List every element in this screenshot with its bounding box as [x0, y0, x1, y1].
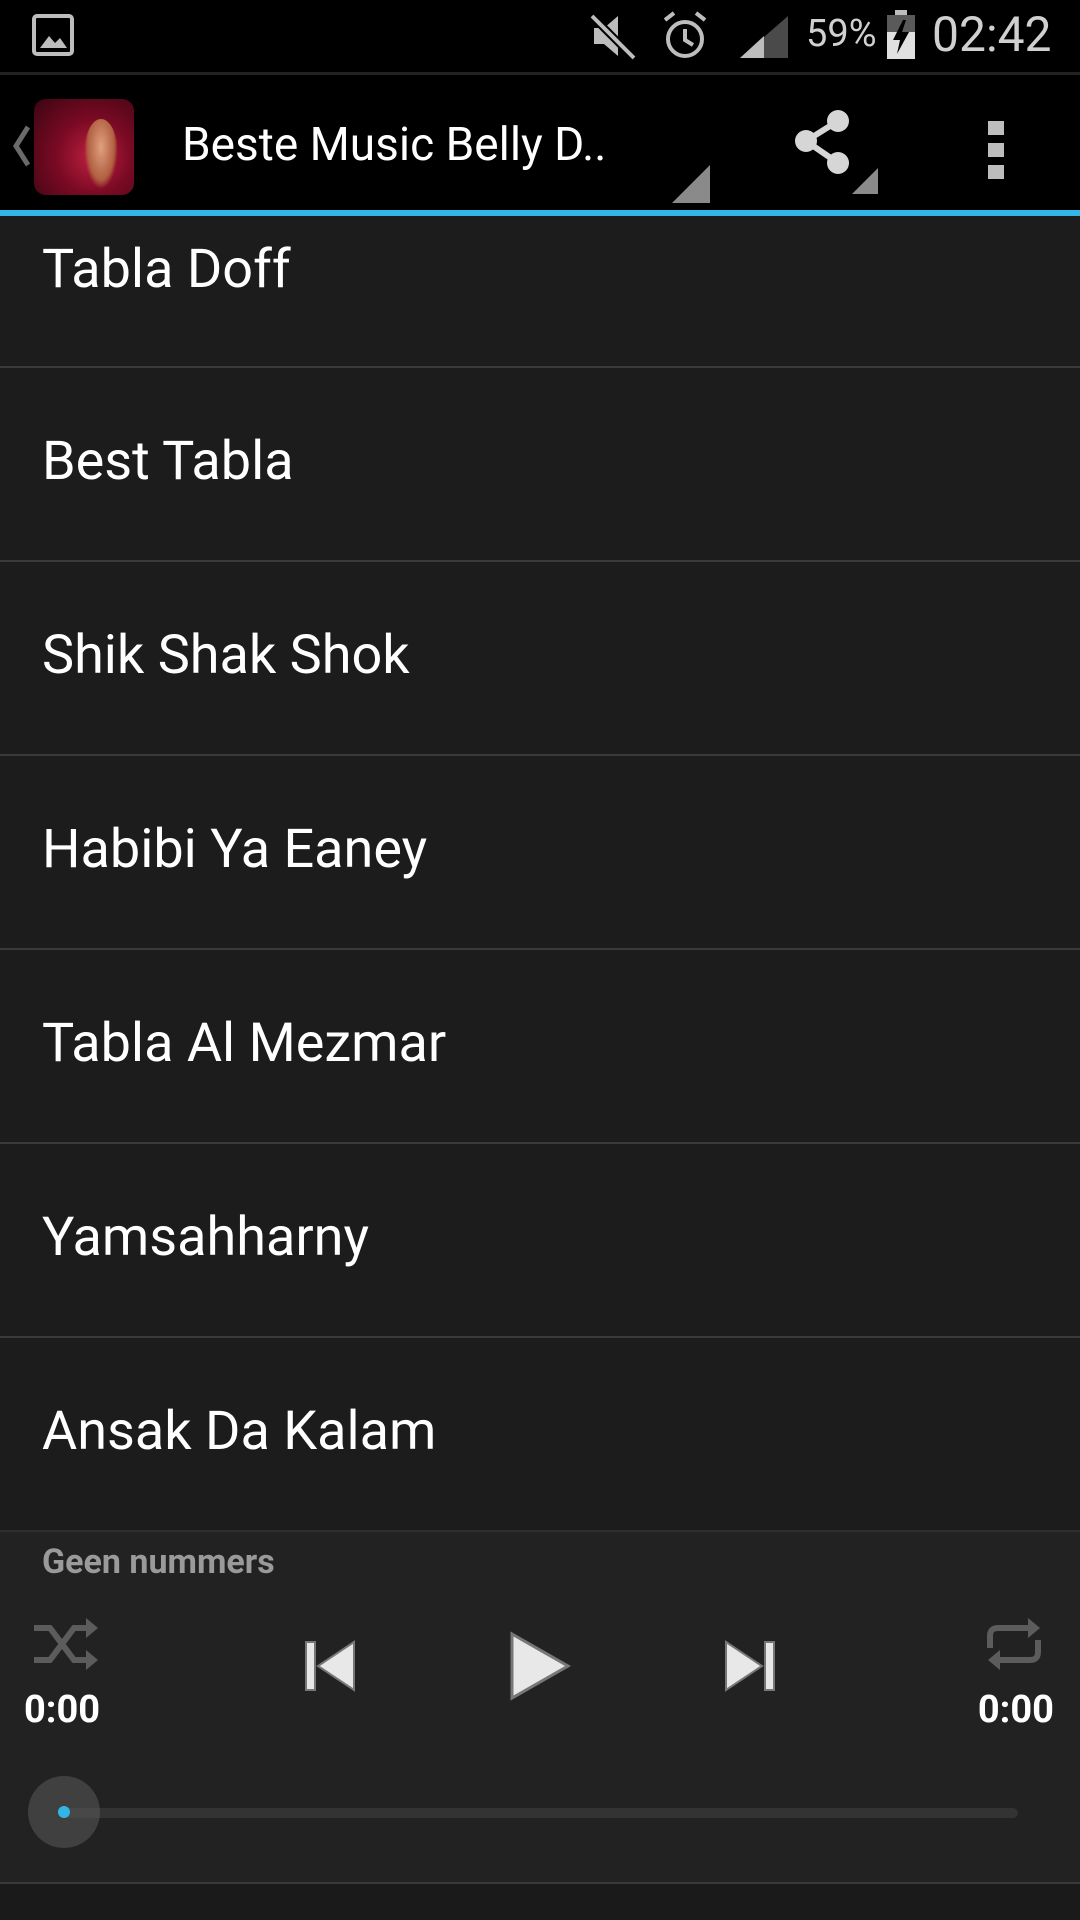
status-bar: 59% 02:42 — [0, 0, 1080, 72]
next-button[interactable] — [718, 1634, 782, 1698]
shuffle-button[interactable] — [30, 1614, 100, 1674]
signal-icon — [738, 14, 790, 58]
song-title: Shik Shak Shok — [42, 624, 410, 687]
previous-icon — [305, 1640, 355, 1692]
battery-charging-icon — [886, 10, 916, 60]
list-item[interactable]: Best Tabla — [0, 368, 1080, 562]
song-title: Habibi Ya Eaney — [42, 818, 428, 881]
app-icon-figure — [84, 119, 118, 189]
clock: 02:42 — [932, 6, 1052, 63]
list-item[interactable]: Tabla Al Mezmar — [0, 950, 1080, 1144]
mute-icon — [588, 12, 638, 61]
now-playing-label: Geen nummers — [42, 1542, 275, 1582]
repeat-button[interactable] — [982, 1614, 1046, 1674]
seek-bar[interactable] — [60, 1808, 1018, 1818]
app-icon[interactable] — [34, 99, 134, 195]
up-caret-icon[interactable] — [10, 123, 34, 169]
share-corner-indicator-icon — [852, 168, 878, 194]
song-title: Best Tabla — [42, 430, 294, 493]
song-title: Tabla Al Mezmar — [42, 1012, 447, 1075]
gallery-icon — [32, 14, 74, 56]
share-icon — [795, 110, 849, 174]
shuffle-icon — [34, 1618, 98, 1670]
seek-thumb[interactable] — [28, 1776, 100, 1848]
song-title: Ansak Da Kalam — [42, 1400, 437, 1463]
list-item[interactable]: Habibi Ya Eaney — [0, 756, 1080, 950]
overflow-menu-button[interactable] — [960, 103, 1032, 193]
media-player: Geen nummers 0:00 0:00 — [0, 1530, 1080, 1882]
next-icon — [725, 1640, 775, 1692]
alarm-icon — [660, 10, 710, 62]
list-item[interactable]: Shik Shak Shok — [0, 562, 1080, 756]
action-bar: Beste Music Belly D.. — [0, 72, 1080, 212]
song-list[interactable]: Tabla Doff Best Tabla Shik Shak Shok Hab… — [0, 216, 1080, 1530]
list-item[interactable]: Yamsahharny — [0, 1144, 1080, 1338]
repeat-icon — [987, 1618, 1041, 1670]
list-item[interactable]: Ansak Da Kalam — [0, 1338, 1080, 1530]
overflow-menu-icon — [988, 121, 1004, 179]
bottom-divider — [0, 1882, 1080, 1920]
page-title[interactable]: Beste Music Belly D.. — [182, 113, 652, 177]
elapsed-time: 0:00 — [24, 1688, 101, 1732]
seek-thumb-dot — [58, 1806, 70, 1818]
play-button[interactable] — [504, 1628, 574, 1704]
previous-button[interactable] — [298, 1634, 362, 1698]
play-icon — [510, 1631, 572, 1701]
battery-percent: 59% — [806, 12, 877, 56]
song-title: Tabla Doff — [42, 238, 291, 301]
list-item[interactable]: Tabla Doff — [0, 216, 1080, 368]
song-title: Yamsahharny — [42, 1206, 370, 1269]
total-time: 0:00 — [977, 1688, 1054, 1732]
spinner-indicator-icon — [672, 165, 710, 203]
